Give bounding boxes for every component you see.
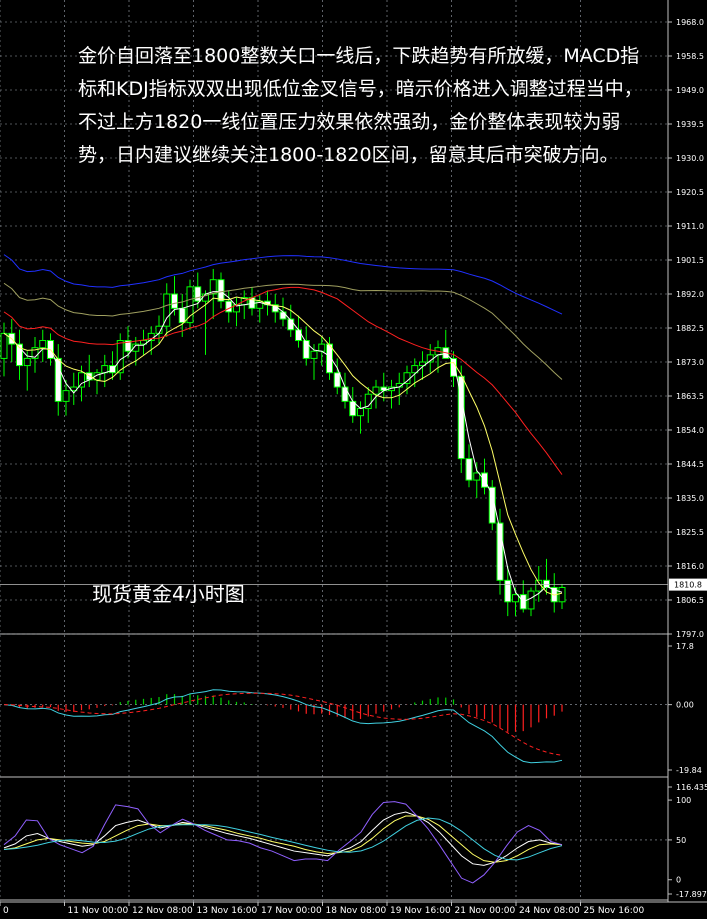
candle-body bbox=[279, 311, 287, 320]
y-tick-label: 1825.5 bbox=[676, 528, 704, 537]
macd-line bbox=[3, 689, 563, 764]
y-tick-label: 1911.0 bbox=[676, 222, 704, 231]
x-tick-label: 18 Nov 08:00 bbox=[326, 906, 387, 916]
candle-body bbox=[295, 329, 302, 342]
candle-body bbox=[512, 594, 519, 603]
y-tick-label: 1930.0 bbox=[676, 154, 704, 163]
y-tick-label: 1949.0 bbox=[676, 86, 704, 95]
candle-body bbox=[357, 408, 364, 417]
candle-body bbox=[558, 586, 566, 603]
kdj-j-line bbox=[3, 801, 563, 884]
x-tick-label: 11 Nov 00:00 bbox=[68, 906, 129, 916]
x-tick-label: 24 Nov 08:00 bbox=[519, 906, 580, 916]
candle-body bbox=[116, 340, 124, 374]
y-tick-label: 1892.0 bbox=[676, 290, 704, 299]
x-tick-label: 13 Nov 16:00 bbox=[197, 906, 258, 916]
y-tick-label: 1816.0 bbox=[676, 562, 704, 571]
candle-body bbox=[78, 372, 85, 388]
candle-body bbox=[23, 357, 31, 367]
candle-body bbox=[403, 372, 411, 384]
current-price-label: 1810.8 bbox=[674, 581, 702, 590]
candle-body bbox=[341, 386, 349, 402]
candle-body bbox=[186, 286, 194, 324]
candle-body bbox=[171, 293, 178, 309]
y-tick-label: 1901.5 bbox=[676, 256, 704, 265]
kdj-smooth-line bbox=[3, 817, 563, 861]
candle-body bbox=[39, 340, 47, 349]
y-tick-label: 1863.5 bbox=[676, 392, 704, 401]
kdj-y-tick-label: -17.8971 bbox=[676, 890, 707, 899]
ma-fast-line bbox=[3, 291, 563, 603]
candle-body bbox=[54, 357, 62, 402]
candle-body bbox=[504, 579, 512, 603]
y-tick-label: 1806.5 bbox=[676, 596, 704, 605]
x-tick-label: 12 Nov 08:00 bbox=[132, 906, 193, 916]
kdj-y-tick-label: 100 bbox=[676, 796, 691, 805]
kdj-y-tick-label: 50 bbox=[676, 836, 686, 845]
y-tick-label: 1797.0 bbox=[676, 630, 704, 639]
candle-body bbox=[194, 286, 202, 302]
y-tick-label: 1835.0 bbox=[676, 494, 704, 503]
candle-body bbox=[225, 300, 233, 313]
y-tick-label: 1882.5 bbox=[676, 324, 704, 333]
kdj-y-tick-label: 0 bbox=[676, 876, 681, 885]
macd-signal-line bbox=[3, 692, 563, 756]
candle-body bbox=[527, 590, 535, 610]
candle-body bbox=[318, 343, 326, 352]
candle-body bbox=[217, 279, 225, 302]
chart-root: 1968.0 1958.5 1949.0 1939.5 1930.0 1920.5 1911… bbox=[0, 0, 707, 919]
y-tick-label: 1958.5 bbox=[676, 52, 704, 61]
macd-y-tick-label: -19.84 bbox=[676, 766, 702, 775]
kdj-d-line bbox=[3, 815, 563, 863]
y-tick-label: 1968.0 bbox=[676, 18, 704, 27]
x-tick-label: 0 bbox=[3, 906, 9, 916]
macd-y-tick-label: 0.00 bbox=[676, 701, 694, 710]
kdj-y-tick-label: 116.435 bbox=[676, 783, 707, 792]
candle-body bbox=[0, 332, 8, 359]
y-tick-label: 1854.0 bbox=[676, 426, 704, 435]
candle-body bbox=[465, 458, 473, 481]
y-tick-label: 1873.0 bbox=[676, 358, 704, 367]
y-tick-label: 1844.5 bbox=[676, 460, 704, 469]
y-tick-label: 1920.5 bbox=[676, 188, 704, 197]
x-tick-label: 17 Nov 00:00 bbox=[261, 906, 322, 916]
macd-y-tick-label: 17.8 bbox=[676, 642, 694, 651]
x-tick-label: 25 Nov 16:00 bbox=[584, 906, 645, 916]
candle-body bbox=[473, 472, 481, 481]
candle-body bbox=[178, 307, 186, 324]
candle-body bbox=[333, 372, 341, 388]
x-tick-label: 21 Nov 00:00 bbox=[455, 906, 516, 916]
chart-label: 现货黄金4小时图 bbox=[92, 582, 245, 606]
candle-body bbox=[310, 350, 318, 359]
chart-annotation: 金价自回落至1800整数关口一线后，下跌趋势有所放缓，MACD指标和KDJ指标双… bbox=[78, 45, 643, 166]
ma-yellow-line bbox=[3, 296, 563, 596]
y-tick-label: 1939.5 bbox=[676, 120, 704, 129]
candle-body bbox=[62, 390, 70, 402]
x-tick-label: 19 Nov 16:00 bbox=[390, 906, 451, 916]
